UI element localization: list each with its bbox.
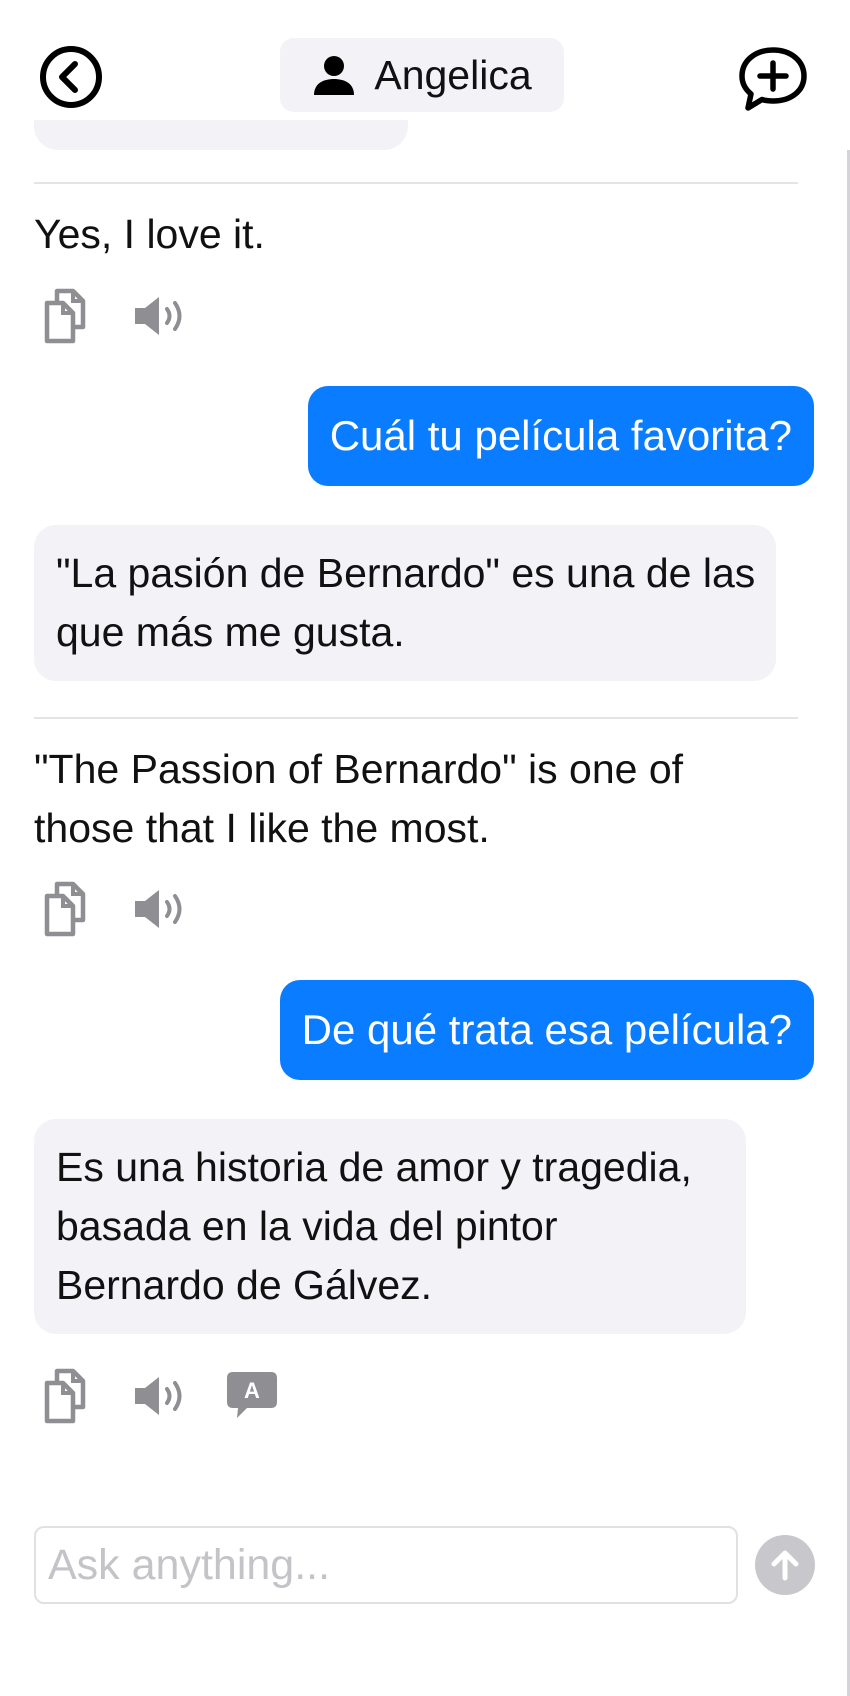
message-translation: Yes, I love it. bbox=[34, 211, 265, 257]
user-message-bubble: De qué trata esa película? bbox=[279, 980, 814, 1080]
send-button[interactable] bbox=[755, 1535, 815, 1595]
assistant-message-bubble: "La pasión de Bernardo" es una de las qu… bbox=[34, 525, 776, 681]
copy-button[interactable] bbox=[34, 1364, 96, 1428]
copy-icon bbox=[44, 881, 86, 937]
speak-button[interactable] bbox=[130, 1364, 190, 1428]
previous-message-bubble bbox=[34, 120, 408, 150]
contact-selector[interactable]: Angelica bbox=[280, 38, 564, 112]
translate-glyph: A bbox=[244, 1378, 260, 1403]
translate-button[interactable]: A bbox=[224, 1364, 280, 1428]
translation-divider bbox=[34, 182, 798, 184]
arrow-up-icon bbox=[771, 1550, 799, 1581]
message-translation: "The Passion of Bernardo" is one of thos… bbox=[34, 746, 684, 851]
new-chat-button[interactable] bbox=[736, 44, 810, 114]
speak-button[interactable] bbox=[130, 284, 190, 348]
message-actions bbox=[34, 284, 190, 348]
speak-button[interactable] bbox=[130, 877, 190, 941]
copy-icon bbox=[44, 1368, 86, 1424]
translate-icon: A bbox=[227, 1372, 277, 1418]
assistant-message-bubble: Es una historia de amor y tragedia, basa… bbox=[34, 1119, 746, 1334]
person-icon bbox=[314, 56, 355, 95]
assistant-message-text: Es una historia de amor y tragedia, basa… bbox=[56, 1144, 692, 1308]
speaker-icon bbox=[135, 890, 182, 928]
assistant-message-text: "La pasión de Bernardo" es una de las qu… bbox=[56, 550, 756, 655]
speech-bubble-plus-icon bbox=[739, 47, 807, 111]
message-actions: A bbox=[34, 1364, 280, 1428]
speaker-icon bbox=[135, 1377, 182, 1415]
back-button[interactable] bbox=[38, 44, 104, 110]
translation-divider bbox=[34, 717, 798, 719]
user-message-text: De qué trata esa película? bbox=[301, 1006, 792, 1053]
contact-name: Angelica bbox=[374, 51, 532, 98]
user-message-bubble: Cuál tu película favorita? bbox=[307, 386, 814, 486]
copy-button[interactable] bbox=[34, 284, 96, 348]
message-input[interactable] bbox=[34, 1526, 738, 1604]
message-actions bbox=[34, 877, 190, 941]
user-message-text: Cuál tu película favorita? bbox=[329, 412, 792, 459]
speaker-icon bbox=[135, 297, 182, 335]
chevron-left-circle-icon bbox=[40, 46, 102, 108]
copy-icon bbox=[44, 288, 86, 344]
copy-button[interactable] bbox=[34, 877, 96, 941]
